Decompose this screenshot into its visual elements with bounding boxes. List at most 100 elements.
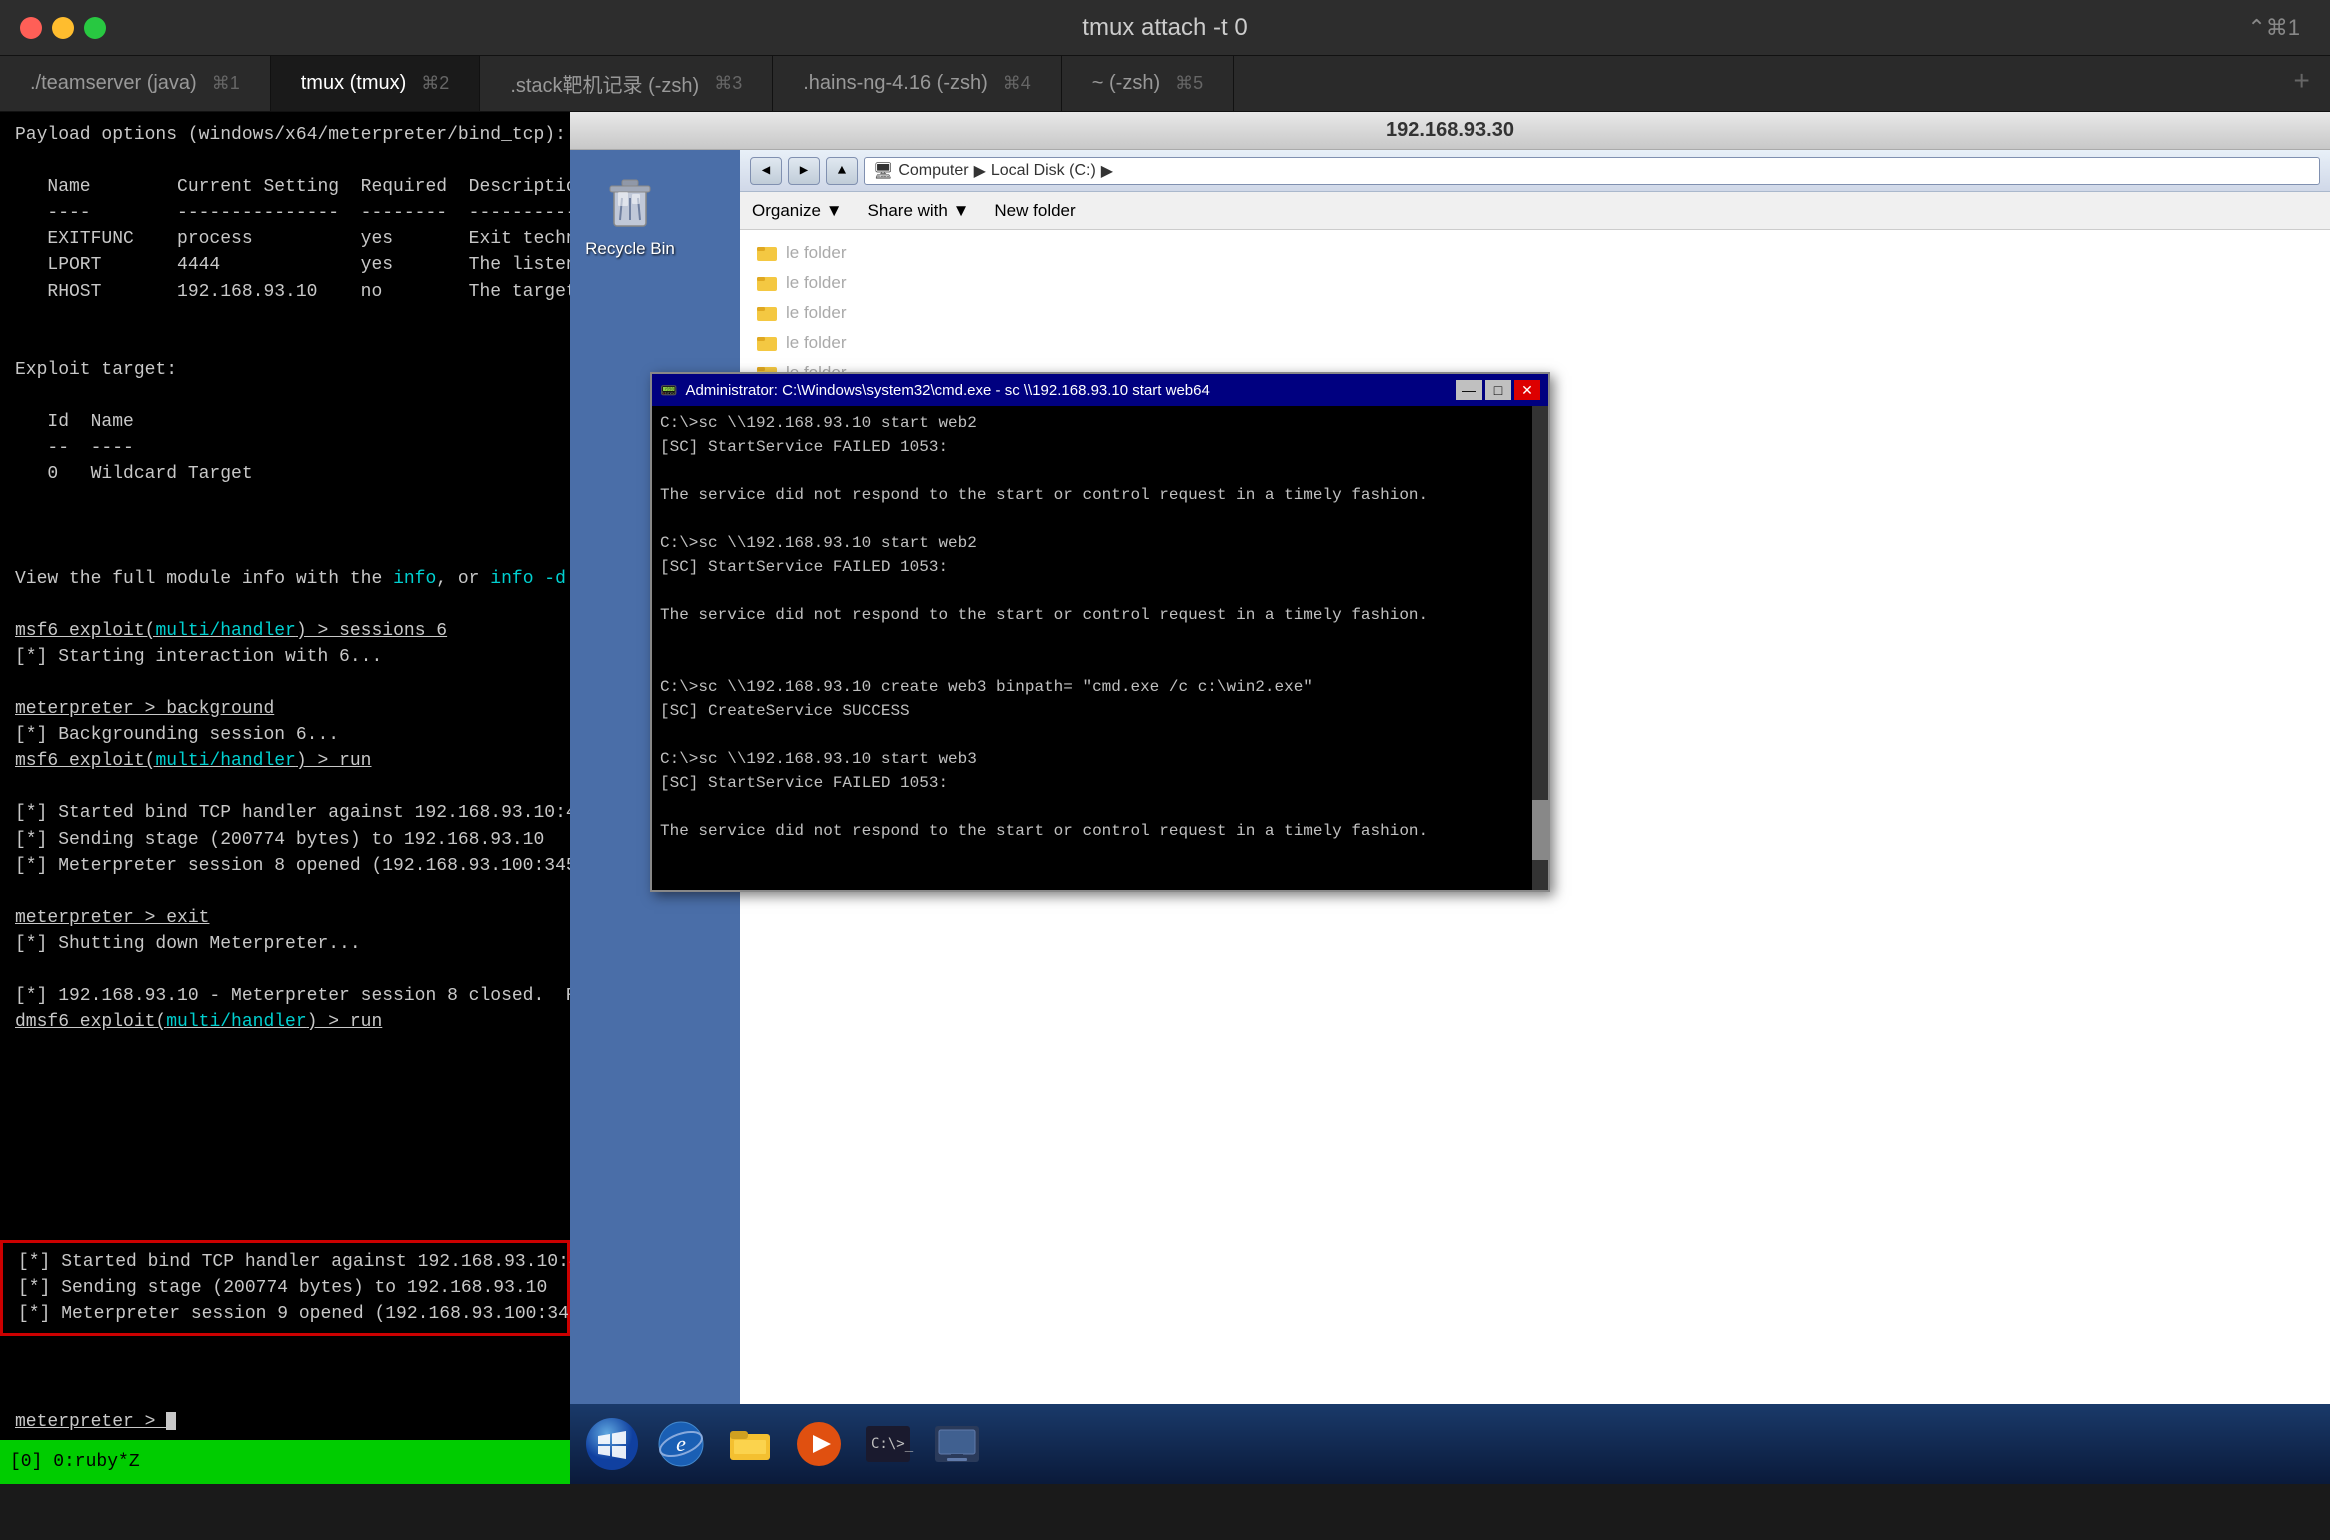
tab-shortcut: ⌘3 xyxy=(714,73,742,94)
list-item[interactable]: le folder xyxy=(748,298,2322,328)
recycle-bin-icon[interactable]: Recycle Bin xyxy=(580,170,680,259)
cmd-line: [SC] StartService FAILED 1053: xyxy=(660,771,1540,795)
explorer-titlebar: 192.168.93.30 xyxy=(570,112,2330,150)
explorer-button[interactable] xyxy=(718,1412,782,1476)
term-line: ---- --------------- -------- ----------… xyxy=(15,200,555,226)
nav-icon: 🖥 xyxy=(873,161,893,181)
tabs-bar: ./teamserver (java) ⌘1 tmux (tmux) ⌘2 .s… xyxy=(0,56,2330,112)
cmd-line: C:\>sc \\192.168.93.10 start web2 xyxy=(660,411,1540,435)
term-line: [*] Meterpreter session 9 opened (192.16… xyxy=(18,1301,552,1327)
term-line: EXITFUNC process yes Exit technique (Acc… xyxy=(15,226,555,252)
cmd-restore-button[interactable]: □ xyxy=(1485,380,1511,400)
term-line xyxy=(15,957,555,983)
folder-icon xyxy=(756,302,778,324)
explorer-navbar: ◀ ▶ ▲ 🖥 Computer ▶ Local Disk (C:) ▶ xyxy=(740,150,2330,192)
maximize-button[interactable] xyxy=(84,17,106,39)
term-line: msf6 exploit(multi/handler) > sessions 6 xyxy=(15,618,555,644)
cmd-line xyxy=(660,867,1540,890)
tab-label: .stack靶机记录 (-zsh) xyxy=(510,69,699,98)
term-line: LPORT 4444 yes The listen port xyxy=(15,252,555,278)
term-line xyxy=(15,148,555,174)
ie-icon: e xyxy=(655,1418,707,1470)
term-line: meterpreter > exit xyxy=(15,905,555,931)
term-line: 0 Wildcard Target xyxy=(15,461,555,487)
cmd-line: [SC] CreateService SUCCESS xyxy=(660,699,1540,723)
recycle-bin-label: Recycle Bin xyxy=(585,239,675,259)
cmd-taskbar-button[interactable]: C:\>_ xyxy=(856,1412,920,1476)
term-line xyxy=(15,670,555,696)
close-button[interactable] xyxy=(20,17,42,39)
network-button[interactable] xyxy=(925,1412,989,1476)
address-bar[interactable]: 🖥 Computer ▶ Local Disk (C:) ▶ xyxy=(864,157,2320,185)
tab-hains[interactable]: .hains-ng-4.16 (-zsh) ⌘4 xyxy=(773,56,1062,111)
media-player-icon xyxy=(793,1418,845,1470)
term-line: [*] Shutting down Meterpreter... xyxy=(15,931,555,957)
forward-button[interactable]: ▶ xyxy=(788,157,820,185)
term-line: Payload options (windows/x64/meterpreter… xyxy=(15,122,555,148)
cmd-window: 📟 Administrator: C:\Windows\system32\cmd… xyxy=(650,372,1550,892)
folder-icon xyxy=(756,242,778,264)
new-folder-btn[interactable]: New folder xyxy=(994,201,1075,221)
back-button[interactable]: ◀ xyxy=(750,157,782,185)
traffic-lights xyxy=(20,17,106,39)
minimize-button[interactable] xyxy=(52,17,74,39)
term-line: [*] Backgrounding session 6... xyxy=(15,722,555,748)
windows-desktop: 192.168.93.30 xyxy=(570,112,2330,1484)
terminal-panel[interactable]: Payload options (windows/x64/meterpreter… xyxy=(0,112,570,1484)
media-player-button[interactable] xyxy=(787,1412,851,1476)
term-line: meterpreter > background xyxy=(15,696,555,722)
win-taskbar: e xyxy=(570,1404,2330,1484)
cmd-line xyxy=(660,651,1540,675)
cmd-title-text: Administrator: C:\Windows\system32\cmd.e… xyxy=(685,382,1209,399)
cmd-line: [SC] StartService FAILED 1053: xyxy=(660,435,1540,459)
tab-stack[interactable]: .stack靶机记录 (-zsh) ⌘3 xyxy=(480,56,773,111)
folder-icon xyxy=(756,332,778,354)
tab-teamserver[interactable]: ./teamserver (java) ⌘1 xyxy=(0,56,271,111)
term-line: [*] Started bind TCP handler against 192… xyxy=(15,800,555,826)
list-item[interactable]: le folder xyxy=(748,328,2322,358)
term-line xyxy=(15,540,555,566)
main-area: Payload options (windows/x64/meterpreter… xyxy=(0,112,2330,1484)
highlight-box: [*] Started bind TCP handler against 192… xyxy=(0,1240,570,1336)
term-line: -- ---- xyxy=(15,435,555,461)
term-line: dmsf6 exploit(multi/handler) > run xyxy=(15,1009,555,1035)
list-item[interactable]: le folder xyxy=(748,268,2322,298)
list-item[interactable]: le folder xyxy=(748,238,2322,268)
cmd-line xyxy=(660,843,1540,867)
status-bar: [0] 0:ruby*Z xyxy=(0,1440,570,1484)
tab-shortcut: ⌘4 xyxy=(1003,73,1031,94)
cmd-scrollbar[interactable] xyxy=(1532,406,1548,890)
cmd-line xyxy=(660,723,1540,747)
start-button[interactable] xyxy=(580,1412,644,1476)
window-title: tmux attach -t 0 xyxy=(1082,14,1247,42)
nav-local-disk: Local Disk (C:) xyxy=(991,162,1096,180)
window-shortcut: ⌃⌘1 xyxy=(2247,15,2300,41)
term-line: [*] Starting interaction with 6... xyxy=(15,644,555,670)
cmd-minimize-button[interactable]: — xyxy=(1456,380,1482,400)
cmd-line: C:\>sc \\192.168.93.10 start web2 xyxy=(660,531,1540,555)
nav-path: Computer xyxy=(898,162,968,180)
term-line: [*] Meterpreter session 8 opened (192.16… xyxy=(15,853,555,879)
cmd-line: C:\>sc \\192.168.93.10 create web3 binpa… xyxy=(660,675,1540,699)
term-line xyxy=(15,774,555,800)
recycle-bin-graphic xyxy=(598,170,662,234)
cmd-content: C:\>sc \\192.168.93.10 start web2 [SC] S… xyxy=(652,406,1548,890)
titlebar: tmux attach -t 0 ⌃⌘1 xyxy=(0,0,2330,56)
tab-tmux[interactable]: tmux (tmux) ⌘2 xyxy=(271,56,481,111)
ie-button[interactable]: e xyxy=(649,1412,713,1476)
explorer-title: 192.168.93.30 xyxy=(1386,119,1514,142)
cmd-close-button[interactable]: ✕ xyxy=(1514,380,1540,400)
organize-btn[interactable]: Organize ▼ xyxy=(752,201,843,221)
term-line: [*] Started bind TCP handler against 192… xyxy=(18,1249,552,1275)
share-with-btn[interactable]: Share with ▼ xyxy=(868,201,970,221)
term-line: msf6 exploit(multi/handler) > run xyxy=(15,748,555,774)
cmd-scrollthumb[interactable] xyxy=(1532,800,1548,860)
new-tab-button[interactable]: + xyxy=(2273,68,2330,99)
up-button[interactable]: ▲ xyxy=(826,157,858,185)
network-icon xyxy=(931,1418,983,1470)
term-line: Id Name xyxy=(15,409,555,435)
explorer-window: 192.168.93.30 xyxy=(570,112,2330,1484)
tab-home[interactable]: ~ (-zsh) ⌘5 xyxy=(1062,56,1234,111)
cmd-line xyxy=(660,579,1540,603)
term-line xyxy=(15,592,555,618)
